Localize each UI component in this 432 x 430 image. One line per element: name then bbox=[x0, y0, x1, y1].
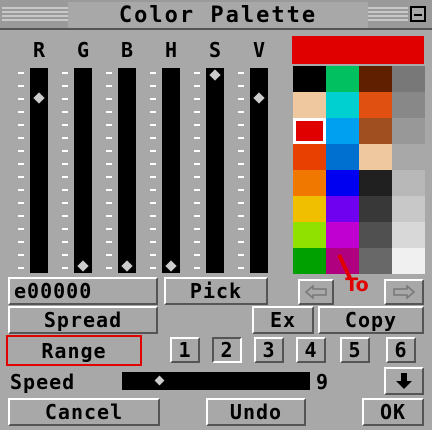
palette-swatch[interactable] bbox=[293, 66, 326, 92]
range-number-button[interactable]: 1 bbox=[170, 337, 200, 363]
slider-label-s: S bbox=[208, 38, 222, 62]
palette-swatch[interactable] bbox=[326, 222, 359, 248]
slider-label-h: H bbox=[164, 38, 178, 62]
palette-swatch[interactable] bbox=[392, 196, 425, 222]
ok-button[interactable]: OK bbox=[362, 398, 424, 426]
slider-ticks-g bbox=[62, 68, 68, 273]
left-arrow-icon[interactable] bbox=[298, 279, 334, 305]
palette-swatch[interactable] bbox=[293, 170, 326, 196]
speed-slider[interactable] bbox=[122, 372, 310, 390]
minimize-box-icon[interactable] bbox=[410, 6, 426, 22]
palette-swatch[interactable] bbox=[326, 92, 359, 118]
slider-ticks-b bbox=[106, 68, 112, 273]
palette-swatch[interactable] bbox=[293, 196, 326, 222]
palette-grid bbox=[293, 66, 425, 274]
to-label: To bbox=[345, 274, 369, 296]
undo-button[interactable]: Undo bbox=[206, 398, 306, 426]
slider-r[interactable] bbox=[30, 68, 48, 273]
slider-label-r: R bbox=[32, 38, 46, 62]
palette-swatch[interactable] bbox=[359, 196, 392, 222]
cancel-button[interactable]: Cancel bbox=[8, 398, 160, 426]
palette-swatch[interactable] bbox=[359, 248, 392, 274]
slider-b[interactable] bbox=[118, 68, 136, 273]
palette-swatch[interactable] bbox=[293, 92, 326, 118]
color-palette-window: Color Palette R G B H S V To e00000 Pick Spre… bbox=[0, 0, 432, 430]
palette-swatch[interactable] bbox=[359, 92, 392, 118]
slider-h[interactable] bbox=[162, 68, 180, 273]
speed-value: 9 bbox=[316, 370, 329, 394]
slider-g[interactable] bbox=[74, 68, 92, 273]
range-button[interactable]: Range bbox=[6, 335, 142, 366]
slider-knob-s[interactable] bbox=[207, 68, 223, 82]
slider-label-b: B bbox=[120, 38, 134, 62]
hex-color-field[interactable]: e00000 bbox=[8, 277, 158, 305]
slider-ticks-v bbox=[238, 68, 244, 273]
pick-button[interactable]: Pick bbox=[164, 277, 268, 305]
slider-knob-h[interactable] bbox=[163, 259, 179, 273]
palette-swatch[interactable] bbox=[326, 170, 359, 196]
range-number-button[interactable]: 5 bbox=[340, 337, 370, 363]
palette-swatch[interactable] bbox=[359, 170, 392, 196]
slider-ticks-r bbox=[18, 68, 24, 273]
slider-label-v: V bbox=[252, 38, 266, 62]
palette-swatch[interactable] bbox=[359, 66, 392, 92]
spread-button[interactable]: Spread bbox=[8, 306, 158, 334]
ex-button[interactable]: Ex bbox=[252, 306, 314, 334]
slider-ticks-s bbox=[194, 68, 200, 273]
slider-knob-g[interactable] bbox=[75, 259, 91, 273]
slider-label-g: G bbox=[76, 38, 90, 62]
current-color-swatch bbox=[292, 36, 424, 64]
palette-swatch[interactable] bbox=[293, 118, 326, 144]
range-number-button[interactable]: 2 bbox=[212, 337, 242, 363]
palette-swatch[interactable] bbox=[326, 144, 359, 170]
palette-swatch[interactable] bbox=[293, 222, 326, 248]
slider-knob-v[interactable] bbox=[251, 91, 267, 105]
slider-knob-b[interactable] bbox=[119, 259, 135, 273]
palette-swatch[interactable] bbox=[359, 144, 392, 170]
palette-swatch[interactable] bbox=[293, 248, 326, 274]
window-title: Color Palette bbox=[68, 2, 368, 28]
slider-v[interactable] bbox=[250, 68, 268, 273]
copy-button[interactable]: Copy bbox=[318, 306, 424, 334]
palette-swatch[interactable] bbox=[392, 222, 425, 248]
palette-swatch[interactable] bbox=[392, 144, 425, 170]
range-number-button[interactable]: 3 bbox=[254, 337, 284, 363]
palette-swatch[interactable] bbox=[392, 118, 425, 144]
palette-swatch[interactable] bbox=[326, 66, 359, 92]
palette-swatch[interactable] bbox=[392, 170, 425, 196]
palette-swatch[interactable] bbox=[392, 92, 425, 118]
speed-slider-knob[interactable] bbox=[153, 374, 167, 388]
palette-swatch[interactable] bbox=[392, 248, 425, 274]
range-number-button[interactable]: 6 bbox=[386, 337, 416, 363]
right-arrow-icon[interactable] bbox=[384, 279, 424, 305]
slider-knob-r[interactable] bbox=[31, 91, 47, 105]
down-arrow-icon[interactable] bbox=[384, 367, 424, 395]
palette-swatch[interactable] bbox=[293, 144, 326, 170]
palette-swatch[interactable] bbox=[326, 196, 359, 222]
speed-label: Speed bbox=[10, 370, 76, 394]
palette-swatch[interactable] bbox=[392, 66, 425, 92]
title-bar[interactable]: Color Palette bbox=[0, 0, 432, 30]
range-number-button[interactable]: 4 bbox=[296, 337, 326, 363]
palette-swatch[interactable] bbox=[359, 222, 392, 248]
slider-s[interactable] bbox=[206, 68, 224, 273]
slider-ticks-h bbox=[150, 68, 156, 273]
palette-swatch[interactable] bbox=[359, 118, 392, 144]
palette-swatch[interactable] bbox=[326, 118, 359, 144]
